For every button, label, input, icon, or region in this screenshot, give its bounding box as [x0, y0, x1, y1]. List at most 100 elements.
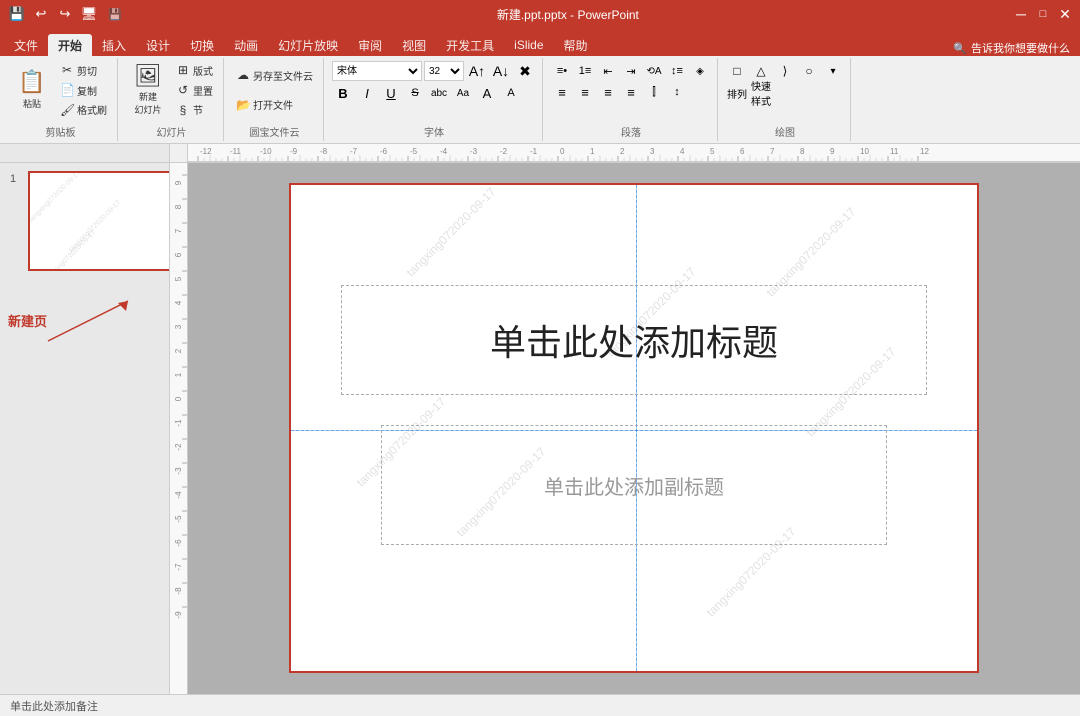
- tab-help[interactable]: 帮助: [554, 34, 598, 56]
- svg-text:1: 1: [174, 372, 183, 377]
- save-qat-icon[interactable]: 💾: [8, 5, 26, 23]
- copy-button[interactable]: 📄 复制: [56, 81, 111, 100]
- new-slide-button[interactable]: 🖼 新建幻灯片: [126, 61, 170, 119]
- title-bar-left: 💾 ↩ ↪ 🖥 💾: [8, 5, 122, 23]
- save-to-cloud-button[interactable]: ☁ 另存至文件云: [232, 66, 317, 85]
- char-spacing-button[interactable]: A: [500, 83, 522, 103]
- clipboard-group-label: 剪贴板: [4, 124, 117, 139]
- justify-button[interactable]: ≡: [620, 82, 642, 102]
- reset-button[interactable]: ↺ 里置: [172, 81, 217, 100]
- svg-text:9: 9: [174, 180, 183, 185]
- cloud-content: ☁ 另存至文件云 📂 打开文件: [232, 61, 317, 125]
- shadow-button[interactable]: abc: [428, 83, 450, 103]
- bold-button[interactable]: B: [332, 83, 354, 103]
- maximize-button[interactable]: □: [1036, 7, 1050, 21]
- align-left-button[interactable]: ≡: [551, 82, 573, 102]
- font-increase-button[interactable]: A↑: [466, 61, 488, 81]
- svg-text:-5: -5: [174, 515, 183, 523]
- more-shapes-button[interactable]: ▾: [822, 61, 844, 81]
- search-icon: 🔍: [953, 42, 967, 55]
- decrease-indent-button[interactable]: ⇤: [597, 61, 619, 81]
- search-bar[interactable]: 🔍 告诉我你想要做什么: [943, 40, 1080, 56]
- tab-animations[interactable]: 动画: [224, 34, 268, 56]
- arrange-button[interactable]: 排列: [726, 83, 748, 103]
- circle-shape[interactable]: ○: [798, 61, 820, 81]
- text-direction-button[interactable]: ⟲A: [643, 61, 665, 81]
- svg-text:12: 12: [920, 147, 929, 156]
- format-painter-button[interactable]: 🖌 格式刷: [56, 100, 111, 119]
- slide-title-box[interactable]: 单击此处添加标题: [341, 285, 927, 395]
- numbering-button[interactable]: 1≡: [574, 61, 596, 81]
- new-slide-label: 新建幻灯片: [134, 90, 161, 116]
- ribbon-group-paragraph: ≡• 1≡ ⇤ ⇥ ⟲A ↕≡ ◈ ≡ ≡ ≡ ≡ ⫿ ↕ 段落: [545, 58, 718, 141]
- rectangle-shape[interactable]: □: [726, 61, 748, 81]
- tab-file[interactable]: 文件: [4, 34, 48, 56]
- svg-text:3: 3: [174, 324, 183, 329]
- svg-text:5: 5: [710, 147, 715, 156]
- vruler-svg: 9876543210-1-2-3-4-5-6-7-8-9: [170, 165, 188, 665]
- tab-insert[interactable]: 插入: [92, 34, 136, 56]
- drawing-content: □ △ ⟩ ○ ▾ 排列 快速样式: [726, 61, 844, 125]
- tab-design[interactable]: 设计: [136, 34, 180, 56]
- svg-text:-10: -10: [260, 147, 272, 156]
- slide-panel: 1 tangxing072020-09-17 tangxing072020-09…: [0, 163, 170, 695]
- case-button[interactable]: Aa: [452, 83, 474, 103]
- slide-thumbnail[interactable]: tangxing072020-09-17 tangxing072020-09-1…: [28, 171, 170, 271]
- redo-qat-icon[interactable]: ↪: [56, 5, 74, 23]
- svg-text:-4: -4: [174, 491, 183, 499]
- tab-slideshow[interactable]: 幻灯片放映: [268, 34, 348, 56]
- font-size-select[interactable]: 3224283640: [424, 61, 464, 81]
- tab-home[interactable]: 开始: [48, 34, 92, 56]
- font-color-button[interactable]: A: [476, 83, 498, 103]
- horizontal-ruler: -12-11-10-9-8-7-6-5-4-3-2-10123456789101…: [188, 144, 1080, 162]
- thumb-watermark-1: tangxing072020-09-17: [30, 173, 82, 224]
- font-decrease-button[interactable]: A↓: [490, 61, 512, 81]
- underline-button[interactable]: U: [380, 83, 402, 103]
- title-bar-right: ─ □ ✕: [1014, 7, 1072, 21]
- layout-button[interactable]: ⊞ 版式: [172, 61, 217, 80]
- bullets-button[interactable]: ≡•: [551, 61, 573, 81]
- minimize-button[interactable]: ─: [1014, 7, 1028, 21]
- present-qat-icon[interactable]: 🖥: [80, 5, 98, 23]
- align-right-button[interactable]: ≡: [597, 82, 619, 102]
- slide-subtitle-box[interactable]: 单击此处添加副标题: [381, 425, 887, 545]
- svg-text:9: 9: [830, 147, 835, 156]
- undo-qat-icon[interactable]: ↩: [32, 5, 50, 23]
- svg-text:0: 0: [560, 147, 565, 156]
- section-button[interactable]: § 节: [172, 100, 217, 119]
- paste-button[interactable]: 📋 粘贴: [10, 61, 54, 119]
- svg-text:2: 2: [174, 348, 183, 353]
- italic-button[interactable]: I: [356, 83, 378, 103]
- svg-text:-12: -12: [200, 147, 212, 156]
- align-center-button[interactable]: ≡: [574, 82, 596, 102]
- strikethrough-button[interactable]: S: [404, 83, 426, 103]
- quick-styles-button[interactable]: 快速样式: [750, 83, 772, 103]
- open-file-button[interactable]: 📂 打开文件: [232, 95, 317, 114]
- clear-format-button[interactable]: ✖: [514, 61, 536, 81]
- close-button[interactable]: ✕: [1058, 7, 1072, 21]
- ribbon-group-drawing: □ △ ⟩ ○ ▾ 排列 快速样式 绘图: [720, 58, 851, 141]
- tab-transitions[interactable]: 切换: [180, 34, 224, 56]
- ruler-area: -12-11-10-9-8-7-6-5-4-3-2-10123456789101…: [0, 144, 1080, 163]
- increase-indent-button[interactable]: ⇥: [620, 61, 642, 81]
- save-to-cloud-label: 另存至文件云: [253, 68, 313, 83]
- slide-canvas-area[interactable]: tangxing072020-09-17 tangxing072020-09-1…: [188, 163, 1080, 695]
- slide-thumbnail-wrapper: 1 tangxing072020-09-17 tangxing072020-09…: [28, 171, 161, 271]
- tab-developer[interactable]: 开发工具: [436, 34, 504, 56]
- arrow-shape[interactable]: ⟩: [774, 61, 796, 81]
- font-name-select[interactable]: 宋体微软雅黑Arial: [332, 61, 422, 81]
- font-row-2: B I U S abc Aa A A: [332, 83, 536, 103]
- tab-islide[interactable]: iSlide: [504, 34, 553, 56]
- clipboard-small-btns: ✂ 剪切 📄 复制 🖌 格式刷: [56, 61, 111, 119]
- line-spacing-button[interactable]: ↕: [666, 82, 688, 102]
- align-text-button[interactable]: ↕≡: [666, 61, 688, 81]
- tab-review[interactable]: 审阅: [348, 34, 392, 56]
- tab-view[interactable]: 视图: [392, 34, 436, 56]
- cut-button[interactable]: ✂ 剪切: [56, 61, 111, 80]
- smartart-button[interactable]: ◈: [689, 61, 711, 81]
- col-button[interactable]: ⫿: [643, 82, 665, 102]
- slides-group-label: 幻灯片: [120, 124, 223, 139]
- svg-text:7: 7: [770, 147, 775, 156]
- svg-text:7: 7: [174, 228, 183, 233]
- ruler-corner: [0, 144, 170, 162]
